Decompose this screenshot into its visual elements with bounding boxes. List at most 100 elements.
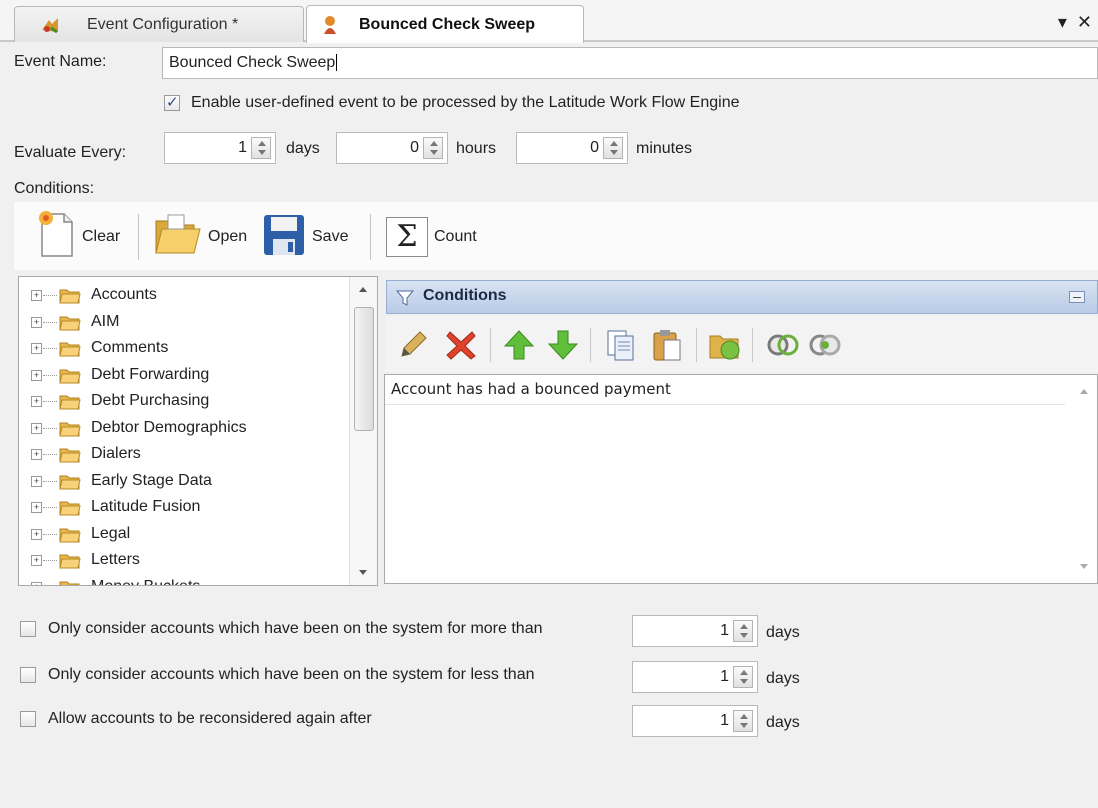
field-tree[interactable]: + Accounts + AIM + Comments + Debt Forwarding + D… (18, 276, 378, 586)
expand-icon[interactable]: + (31, 396, 42, 407)
event-name-field[interactable]: Bounced Check Sweep (162, 47, 1098, 79)
tree-connector (43, 533, 57, 535)
spin-buttons[interactable] (733, 710, 753, 732)
minutes-label: minutes (636, 140, 693, 157)
option-less-than-checkbox[interactable] (20, 667, 36, 683)
copy-icon[interactable] (604, 328, 638, 362)
tab-bounced-check-sweep[interactable]: Bounced Check Sweep (306, 5, 584, 43)
folder-icon (59, 446, 81, 463)
expand-icon[interactable]: + (31, 475, 42, 487)
open-label: Open (208, 228, 248, 245)
expand-icon[interactable]: + (31, 449, 42, 460)
tree-item[interactable]: + AIM (19, 310, 349, 336)
event-name-value: Bounced Check Sweep (169, 54, 336, 71)
save-button[interactable]: Save (262, 212, 348, 262)
collapse-icon[interactable] (1069, 291, 1085, 303)
tree-connector (43, 427, 57, 429)
folder-icon (59, 526, 81, 543)
days-spinner[interactable]: 1 (164, 132, 276, 164)
option-reconsider-value: 1 (720, 712, 729, 729)
folder-group-icon[interactable] (708, 328, 742, 362)
hours-spinner[interactable]: 0 (336, 132, 448, 164)
spin-buttons[interactable] (251, 137, 271, 159)
option-less-than-value: 1 (720, 668, 729, 685)
conditions-toolbar: Clear Open Save Σ Count (14, 202, 1098, 270)
tab-event-configuration[interactable]: Event Configuration * (14, 6, 304, 42)
tree-item-label: Legal (91, 524, 131, 542)
spin-buttons[interactable] (603, 137, 623, 159)
option-less-than-spinner[interactable]: 1 (632, 661, 758, 693)
spin-buttons[interactable] (733, 666, 753, 688)
tree-connector (43, 374, 57, 376)
option-reconsider-checkbox[interactable] (20, 711, 36, 727)
condition-row[interactable]: Account has had a bounced payment (385, 375, 1065, 405)
tree-item[interactable]: + Legal (19, 522, 349, 548)
evaluate-every-label: Evaluate Every: (14, 144, 127, 161)
paste-icon[interactable] (650, 328, 684, 362)
tree-item[interactable]: + Money Buckets (19, 575, 349, 586)
option-reconsider-spinner[interactable]: 1 (632, 705, 758, 737)
edit-icon[interactable] (396, 328, 430, 362)
option-reconsider-label: Allow accounts to be reconsidered again … (48, 710, 372, 727)
folder-icon (59, 287, 81, 304)
expand-icon[interactable]: + (31, 528, 42, 540)
open-button[interactable]: Open (154, 212, 247, 262)
scroll-up-icon[interactable] (359, 287, 367, 292)
scroll-thumb[interactable] (354, 307, 374, 431)
expand-icon[interactable]: + (31, 581, 42, 585)
tree-connector (43, 480, 57, 482)
option-more-than-spinner[interactable]: 1 (632, 615, 758, 647)
expand-icon[interactable]: + (31, 290, 42, 301)
tree-item[interactable]: + Latitude Fusion (19, 495, 349, 521)
minutes-value: 0 (590, 139, 599, 156)
tree-item[interactable]: + Debt Forwarding (19, 363, 349, 389)
spin-buttons[interactable] (423, 137, 443, 159)
folder-icon (59, 579, 81, 585)
count-button[interactable]: Σ Count (386, 212, 477, 262)
save-label: Save (312, 228, 349, 245)
tree-connector (43, 321, 57, 323)
tree-item[interactable]: + Debt Purchasing (19, 389, 349, 415)
or-group-icon[interactable] (808, 328, 842, 362)
scroll-down-icon[interactable] (1080, 564, 1088, 569)
tree-item-label: Money Buckets (91, 577, 201, 586)
clear-button[interactable]: Clear (38, 210, 120, 262)
tree-connector (43, 454, 57, 455)
spin-buttons[interactable] (733, 620, 753, 642)
expand-icon[interactable]: + (31, 343, 42, 354)
tree-item[interactable]: + Letters (19, 548, 349, 574)
conditions-label: Conditions: (14, 180, 95, 197)
move-up-icon[interactable] (502, 328, 536, 362)
scroll-down-icon[interactable] (359, 570, 367, 575)
and-group-icon[interactable] (766, 328, 800, 362)
expand-icon[interactable]: + (31, 555, 42, 566)
tree-connector (43, 560, 57, 561)
minutes-spinner[interactable]: 0 (516, 132, 628, 164)
tree-item[interactable]: + Comments (19, 336, 349, 362)
delete-icon[interactable] (444, 328, 478, 362)
expand-icon[interactable]: + (31, 316, 42, 328)
conditions-panel-header: Conditions (386, 280, 1098, 314)
tree-item[interactable]: + Debtor Demographics (19, 416, 349, 442)
conditions-list[interactable]: Account has had a bounced payment (384, 374, 1098, 584)
expand-icon[interactable]: + (31, 502, 42, 513)
folder-icon (59, 367, 81, 384)
hours-value: 0 (410, 139, 419, 156)
folder-icon (59, 393, 81, 410)
move-down-icon[interactable] (546, 328, 580, 362)
enable-event-checkbox[interactable] (164, 93, 180, 111)
tab-label: Bounced Check Sweep (359, 15, 536, 33)
tab-strip: Event Configuration * Bounced Check Swee… (0, 0, 1098, 43)
option-more-than-checkbox[interactable] (20, 621, 36, 637)
expand-icon[interactable]: + (31, 422, 42, 434)
tree-item[interactable]: + Accounts (19, 283, 349, 309)
expand-icon[interactable]: + (31, 369, 42, 381)
close-icon[interactable]: ✕ (1077, 12, 1092, 33)
tree-scrollbar[interactable] (349, 277, 377, 585)
conditions-scrollbar[interactable] (1071, 375, 1097, 583)
dropdown-icon[interactable]: ▾ (1058, 12, 1067, 33)
folder-icon (59, 552, 81, 569)
scroll-up-icon[interactable] (1080, 389, 1088, 394)
tree-item[interactable]: + Early Stage Data (19, 469, 349, 495)
tree-item[interactable]: + Dialers (19, 442, 349, 468)
